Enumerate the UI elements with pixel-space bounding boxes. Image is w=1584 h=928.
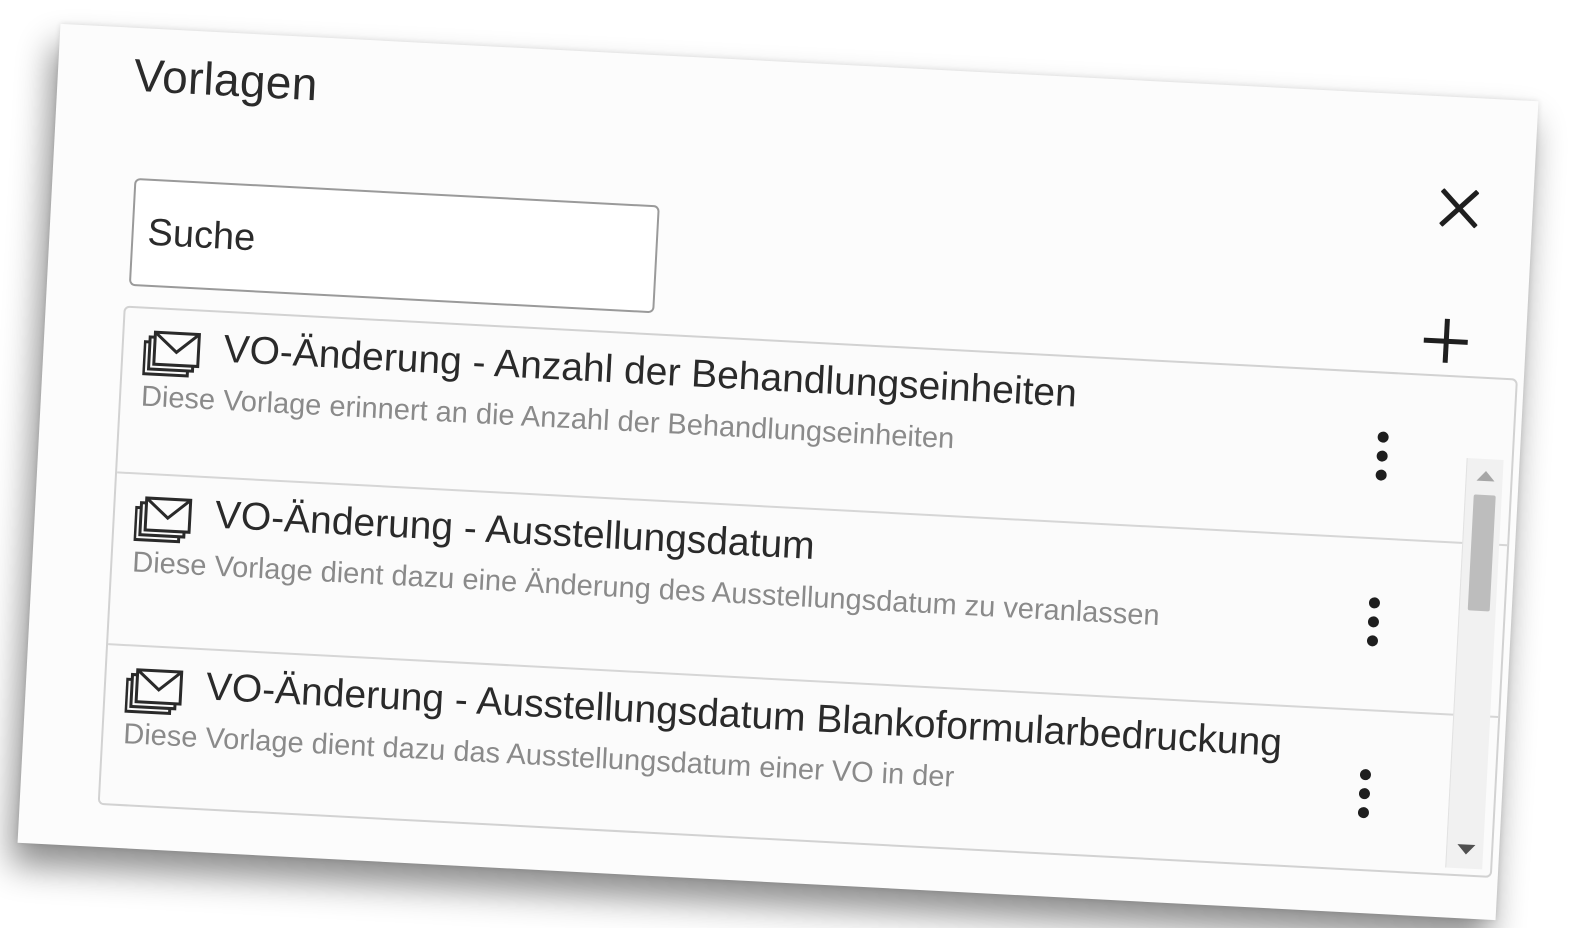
close-icon[interactable] — [1436, 184, 1482, 230]
templates-dialog: Vorlagen VO-Änderung - Anzahl der Behand… — [17, 23, 1539, 921]
more-vertical-icon[interactable] — [1354, 768, 1373, 826]
template-list: VO-Änderung - Anzahl der Behandlungseinh… — [97, 305, 1518, 878]
mail-stack-icon — [133, 496, 193, 544]
more-vertical-icon[interactable] — [1372, 431, 1391, 488]
dialog-title: Vorlagen — [132, 48, 320, 111]
scroll-down-arrow-icon[interactable] — [1456, 844, 1476, 855]
scroll-up-arrow-icon[interactable] — [1476, 470, 1496, 482]
scroll-thumb[interactable] — [1467, 494, 1496, 612]
screen: Vorlagen VO-Änderung - Anzahl der Behand… — [0, 0, 1584, 928]
mail-stack-icon — [142, 330, 201, 378]
search-input[interactable] — [128, 177, 660, 314]
plus-icon[interactable] — [1423, 318, 1469, 364]
more-vertical-icon[interactable] — [1363, 597, 1382, 654]
mail-stack-icon — [124, 668, 184, 716]
